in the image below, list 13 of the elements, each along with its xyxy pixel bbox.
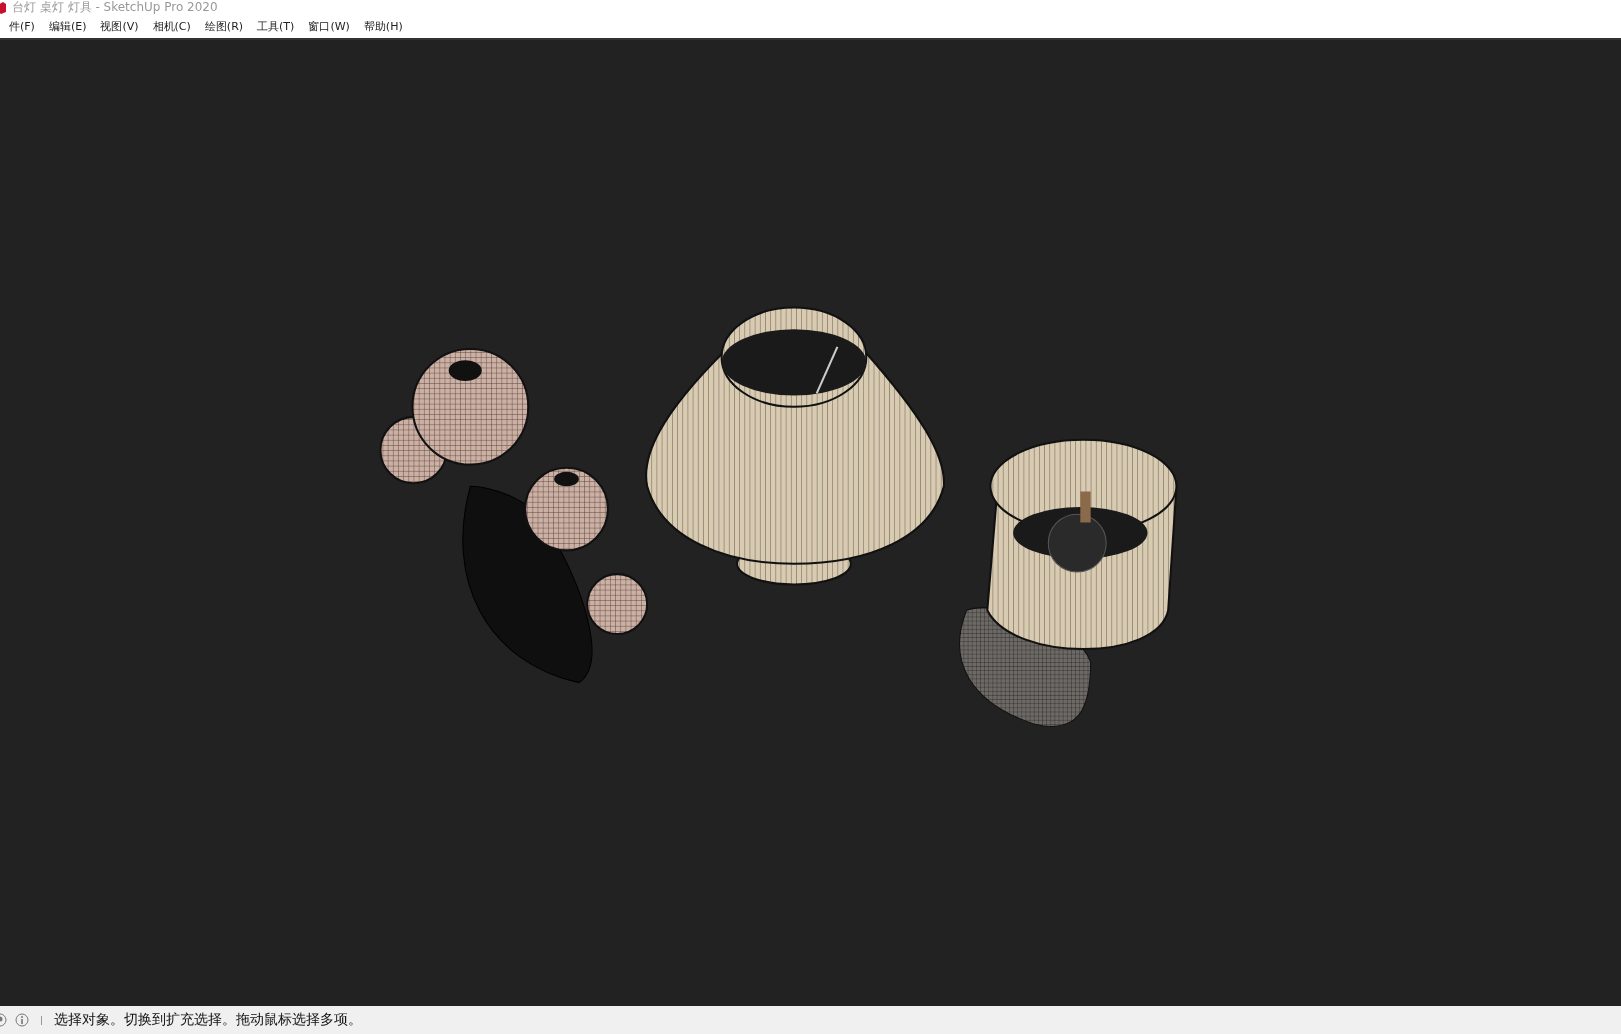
menu-item[interactable]: 窗口(W) [307, 17, 351, 36]
app-icon [0, 1, 6, 14]
menu-item[interactable]: 相机(C) [151, 17, 192, 36]
info-icon[interactable] [15, 1013, 29, 1027]
menu-item[interactable]: 绘图(R) [203, 17, 245, 36]
menu-item[interactable]: 件(F) [8, 17, 36, 36]
menu-item[interactable]: 帮助(H) [362, 17, 404, 36]
model-viewport[interactable] [0, 40, 1621, 1006]
status-message: 选择对象。切换到扩充选择。拖动鼠标选择多项。 [54, 1011, 362, 1029]
menu-item[interactable]: 工具(T) [256, 17, 296, 36]
menu-item[interactable]: 编辑(E) [47, 17, 88, 36]
menu-item[interactable]: 视图(V) [99, 17, 140, 36]
window-title: 台灯 桌灯 灯具 - SketchUp Pro 2020 [12, 0, 218, 16]
